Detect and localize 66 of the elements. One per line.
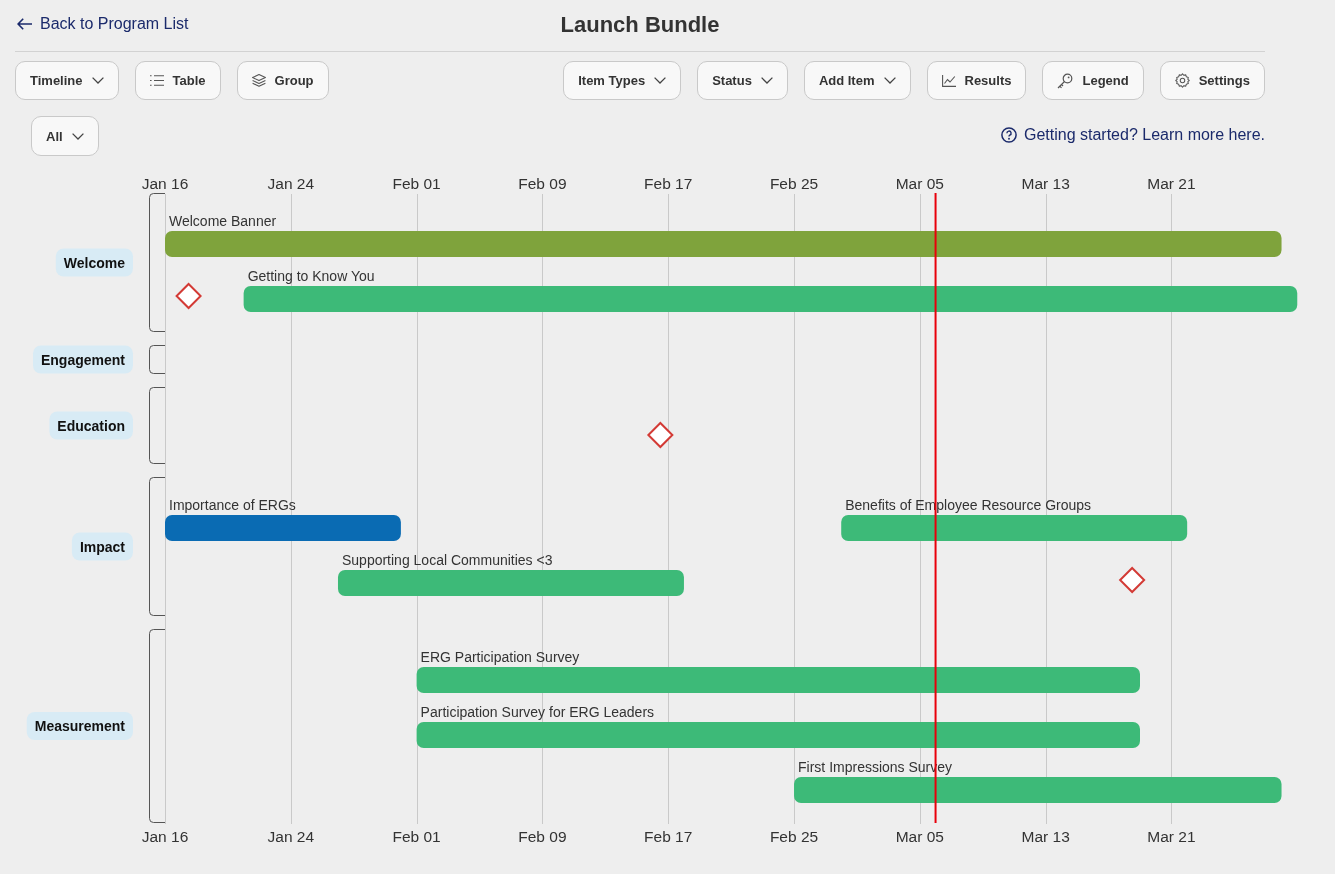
item-title: Importance of ERGs [169, 497, 296, 513]
line-chart-icon [941, 74, 956, 87]
chevron-down-icon [654, 77, 667, 84]
axis-label: Mar 13 [1021, 174, 1070, 192]
dropdown-button[interactable]: Item Types [563, 61, 682, 100]
toolbar-button[interactable]: Legend [1042, 61, 1144, 100]
axis-label: Mar 21 [1147, 174, 1196, 192]
item-title: Welcome Banner [169, 213, 277, 229]
key-icon [1057, 72, 1074, 89]
timeline-bar[interactable] [416, 667, 1140, 693]
group-label: Education [49, 411, 133, 440]
settings-icon [1174, 73, 1190, 88]
group-label: Impact [71, 532, 133, 561]
group-label: Measurement [26, 712, 133, 740]
item-title: Getting to Know You [247, 268, 375, 284]
timeline-bar[interactable] [165, 231, 1282, 257]
chevron-down-icon [71, 132, 84, 140]
page-title: Launch Bundle [560, 11, 720, 38]
diamond-icon[interactable] [646, 421, 674, 449]
chevron-down-icon [91, 77, 104, 84]
chevron-down-icon [883, 77, 896, 84]
axis-label: Mar 05 [895, 827, 944, 845]
toolbar-button[interactable]: Results [926, 61, 1027, 100]
group-label: Engagement [33, 345, 133, 374]
axis-label: Jan 16 [141, 174, 189, 192]
axis-label: Feb 09 [518, 827, 567, 845]
toolbar-button[interactable]: Settings [1159, 61, 1265, 100]
axis-label: Feb 25 [769, 827, 819, 845]
axis-label: Mar 05 [895, 174, 944, 192]
arrow-left-icon [17, 17, 32, 30]
group-label: Welcome [55, 248, 133, 277]
help-link[interactable]: Getting started? Learn more here. [1000, 126, 1265, 144]
timeline-bar[interactable] [841, 515, 1188, 541]
toolbar-button[interactable]: Group [236, 61, 329, 100]
item-title: Supporting Local Communities <3 [342, 552, 553, 568]
timeline-bar[interactable] [338, 570, 684, 596]
axis-label: Jan 24 [267, 174, 315, 192]
chevron-down-icon [760, 77, 773, 84]
timeline-bar[interactable] [416, 722, 1140, 748]
filter-dropdown[interactable]: All [31, 116, 99, 156]
list-icon [149, 75, 164, 86]
timeline-bar[interactable] [165, 515, 401, 541]
toolbar-button[interactable]: Table [134, 61, 221, 100]
dropdown-button[interactable]: Add Item [803, 61, 911, 100]
item-title: ERG Participation Survey [420, 649, 580, 665]
help-icon [1000, 127, 1017, 143]
axis-label: Feb 17 [644, 174, 693, 192]
axis-label: Mar 21 [1147, 827, 1196, 845]
timeline-bar[interactable] [794, 777, 1282, 803]
axis-label: Feb 01 [392, 174, 441, 192]
dropdown-button[interactable]: Status [697, 61, 788, 100]
layers-icon [251, 74, 266, 87]
diamond-icon[interactable] [1118, 566, 1146, 594]
timeline-bar[interactable] [243, 286, 1298, 312]
axis-label: Feb 17 [644, 827, 693, 845]
diamond-icon[interactable] [175, 282, 202, 310]
back-link[interactable]: Back to Program List [17, 14, 189, 33]
axis-label: Feb 01 [392, 827, 441, 845]
group-bracket [149, 345, 166, 374]
axis-label: Jan 24 [267, 827, 315, 845]
axis-label: Mar 13 [1021, 827, 1070, 845]
axis-label: Feb 25 [769, 174, 819, 192]
dropdown-button[interactable]: Timeline [15, 61, 119, 100]
axis-label: Jan 16 [141, 827, 189, 845]
axis-label: Feb 09 [518, 174, 567, 192]
item-title: Participation Survey for ERG Leaders [420, 704, 655, 720]
